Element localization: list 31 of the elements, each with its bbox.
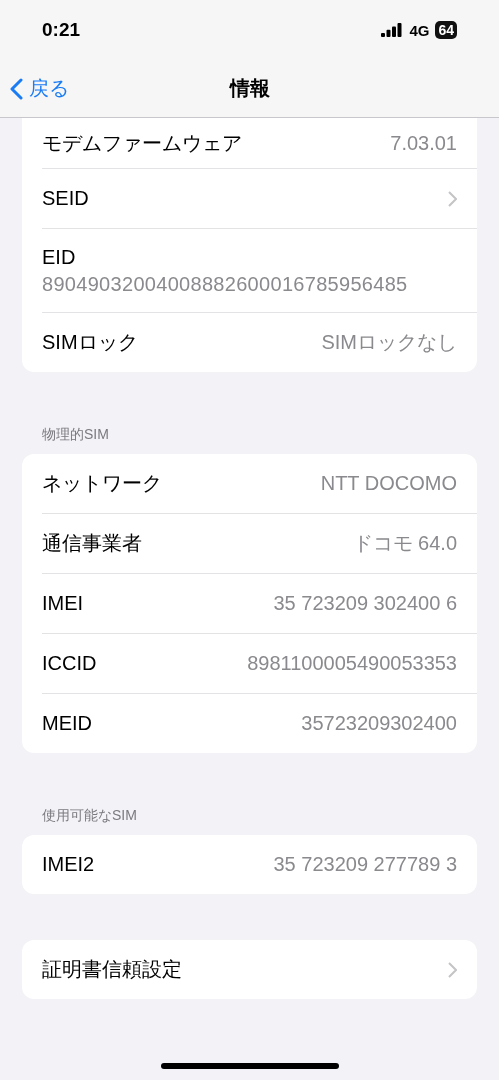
row-label: ネットワーク <box>42 471 162 496</box>
section-header: 物理的SIM <box>41 426 110 444</box>
signal-icon <box>381 23 404 37</box>
row-label: EID <box>42 245 77 269</box>
network-type: 4G <box>409 21 430 39</box>
section-header: 使用可能なSIM <box>41 807 138 825</box>
row-value: NTT DOCOMO <box>320 472 457 495</box>
back-button[interactable]: 戻る <box>10 75 69 102</box>
list-row[interactable]: SEID <box>42 168 477 228</box>
row-value: 35723209302400 <box>301 712 457 735</box>
row-label: IMEI2 <box>42 853 95 876</box>
battery-level: 64 <box>435 21 457 39</box>
page-title: 情報 <box>229 76 270 101</box>
chevron-left-icon <box>10 77 23 100</box>
row-value: 8981100005490053353 <box>247 652 457 675</box>
row-value: SIMロックなし <box>321 330 457 355</box>
chevron-icon <box>448 961 457 978</box>
chevron-icon <box>448 190 457 207</box>
row-value: ドコモ 64.0 <box>352 531 457 556</box>
row-value: 35 723209 302400 6 <box>273 592 457 615</box>
clock: 0:21 <box>42 19 81 41</box>
row-value: 35 723209 277789 3 <box>273 853 457 876</box>
row-value: 7.03.01 <box>390 131 457 155</box>
row-value: 89049032004008882600016785956485 <box>42 272 409 296</box>
row-label: モデムファームウェア <box>42 130 242 156</box>
list-row[interactable]: 証明書信頼設定 <box>42 940 477 999</box>
row-label: 通信事業者 <box>42 531 142 556</box>
row-label: ICCID <box>42 652 97 675</box>
row-label: MEID <box>42 712 92 735</box>
row-label: IMEI <box>42 592 84 615</box>
row-label: SIMロック <box>42 330 138 355</box>
